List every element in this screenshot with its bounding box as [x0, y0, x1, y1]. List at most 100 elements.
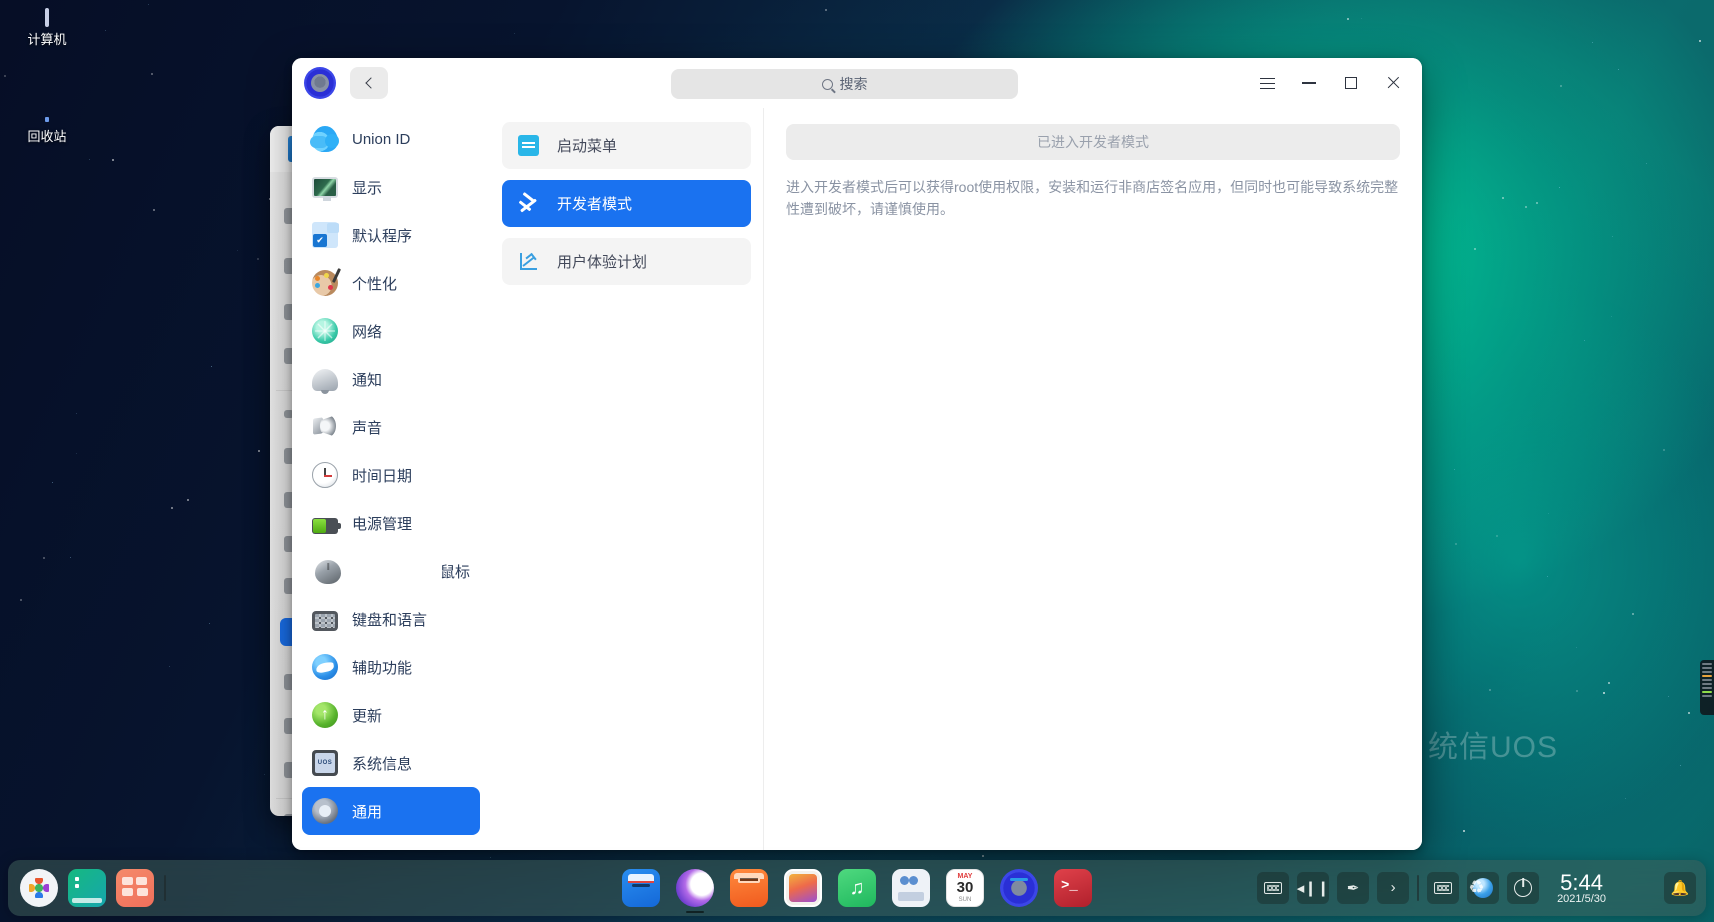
- apps-grid-icon[interactable]: [116, 869, 154, 907]
- star: [1547, 575, 1549, 577]
- sidebar-item-keyboard[interactable]: 键盘和语言: [302, 595, 480, 643]
- close-icon: [1386, 76, 1400, 90]
- star: [1688, 712, 1691, 715]
- star: [1473, 248, 1476, 251]
- trash-icon[interactable]: [1624, 872, 1656, 904]
- control-center-gear-icon[interactable]: [1000, 869, 1038, 907]
- terminal-icon[interactable]: [68, 869, 106, 907]
- search-input[interactable]: 搜索: [671, 69, 1018, 99]
- sidebar-item-label: 电源管理: [352, 515, 413, 533]
- minimize-button[interactable]: [1288, 64, 1330, 102]
- sidebar-item-general[interactable]: 通用: [302, 787, 480, 835]
- desktop-icon-label: 回收站: [27, 129, 67, 144]
- monitor-bar: [1702, 687, 1712, 689]
- sidebar-item-network[interactable]: 网络: [302, 307, 480, 355]
- sidebar-item-update[interactable]: 更新: [302, 691, 480, 739]
- star: [257, 450, 260, 453]
- display-icon: [312, 177, 338, 201]
- sidebar-item-union-id[interactable]: Union ID: [302, 115, 480, 163]
- window-body: Union ID 显示 默认程序 个性化 网络: [292, 108, 1422, 850]
- globe-icon: [312, 318, 338, 344]
- search-placeholder: 搜索: [839, 76, 868, 92]
- list-item-start-menu[interactable]: 启动菜单: [502, 122, 751, 169]
- developer-mode-panel: 已进入开发者模式 进入开发者模式后可以获得root使用权限，安装和运行非商店签名…: [764, 108, 1422, 850]
- star: [69, 556, 71, 558]
- star: [1495, 534, 1498, 537]
- monitor-bar: [1702, 663, 1712, 665]
- start-menu-icon: [518, 135, 539, 156]
- calendar-icon[interactable]: MAY 30 SUN: [946, 869, 984, 907]
- palette-icon: [312, 270, 338, 296]
- star: [1591, 41, 1593, 43]
- system-info-icon: UOS: [312, 750, 338, 776]
- maximize-button[interactable]: [1330, 64, 1372, 102]
- sidebar-item-label: 时间日期: [352, 467, 413, 485]
- star: [1576, 647, 1578, 649]
- star: [75, 452, 77, 454]
- star: [1576, 689, 1579, 692]
- update-arrow-icon: [312, 702, 338, 728]
- hamburger-menu-icon: [1259, 77, 1275, 89]
- dock-tray-group: ◂❙❙ ✒ › 5:44 2021/5/30 🔔: [1257, 871, 1696, 906]
- hamburger-menu-button[interactable]: [1246, 64, 1288, 102]
- photos-icon[interactable]: [784, 869, 822, 907]
- monitor-bar: [1702, 667, 1712, 669]
- accessibility-icon: [312, 654, 338, 680]
- monitor-bar: [1702, 691, 1712, 693]
- general-gear-icon: [312, 798, 338, 824]
- sidebar-item-mouse[interactable]: 鼠标: [302, 547, 480, 595]
- list-item-developer-mode[interactable]: 开发者模式: [502, 180, 751, 227]
- star: [1346, 18, 1349, 21]
- sidebar-item-datetime[interactable]: 时间日期: [302, 451, 480, 499]
- music-note-icon[interactable]: [838, 869, 876, 907]
- star: [1535, 201, 1538, 204]
- window-titlebar[interactable]: 搜索: [292, 58, 1422, 108]
- monitor-bar: [1702, 675, 1712, 677]
- desktop-icon-computer[interactable]: 计算机: [1, 8, 93, 48]
- search-icon: [821, 78, 833, 90]
- launcher-icon[interactable]: [20, 869, 58, 907]
- list-item-label: 开发者模式: [557, 196, 633, 213]
- star: [1607, 682, 1610, 685]
- star: [51, 482, 53, 484]
- bell-icon: [312, 369, 338, 391]
- trend-chart-icon: [518, 251, 539, 272]
- file-manager-icon[interactable]: [622, 869, 660, 907]
- star: [1646, 162, 1648, 164]
- sidebar-item-label: 通用: [352, 803, 383, 821]
- monitor-bar: [1702, 695, 1712, 697]
- dock-divider: [164, 875, 166, 901]
- sidebar-item-personalization[interactable]: 个性化: [302, 259, 480, 307]
- cloud-icon: [310, 126, 339, 152]
- sidebar-item-sound[interactable]: 声音: [302, 403, 480, 451]
- general-section-list: 启动菜单 开发者模式 用户体验计划: [490, 108, 764, 850]
- star: [1501, 196, 1504, 199]
- star: [1611, 236, 1613, 238]
- chevron-left-icon: [364, 77, 377, 89]
- sidebar-item-accessibility[interactable]: 辅助功能: [302, 643, 480, 691]
- star: [1618, 68, 1620, 70]
- star: [208, 622, 210, 624]
- desktop-icon-trash[interactable]: 回收站: [1, 122, 93, 145]
- sidebar-item-power[interactable]: 电源管理: [302, 499, 480, 547]
- browser-icon[interactable]: [676, 869, 714, 907]
- shopping-bag-icon[interactable]: [730, 869, 768, 907]
- list-item-user-experience[interactable]: 用户体验计划: [502, 238, 751, 285]
- system-monitor-widget[interactable]: [1700, 660, 1714, 715]
- back-button[interactable]: [350, 67, 388, 99]
- sidebar-item-notifications[interactable]: 通知: [302, 355, 480, 403]
- sidebar-item-default-apps[interactable]: 默认程序: [302, 211, 480, 259]
- terminal-prompt-icon[interactable]: [1054, 869, 1092, 907]
- close-button[interactable]: [1372, 64, 1414, 102]
- calendar-day: 30: [956, 879, 974, 896]
- sidebar-item-label: 更新: [352, 707, 383, 725]
- star: [104, 30, 106, 32]
- contacts-icon[interactable]: [892, 869, 930, 907]
- star: [982, 855, 985, 858]
- star: [1667, 696, 1669, 698]
- sidebar-item-display[interactable]: 显示: [302, 163, 480, 211]
- clock-icon: [312, 462, 338, 488]
- star: [236, 249, 238, 251]
- sidebar-item-system-info[interactable]: UOS 系统信息: [302, 739, 480, 787]
- sidebar-item-label: 鼠标: [439, 563, 470, 581]
